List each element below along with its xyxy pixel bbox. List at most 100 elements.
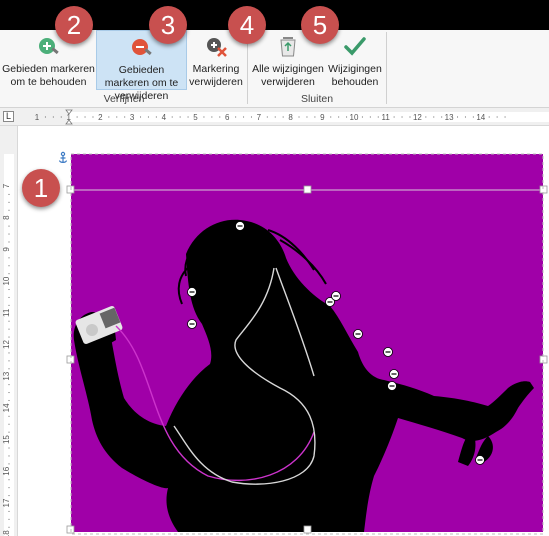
vertical-ruler-label: 15 (2, 435, 11, 444)
anchor-icon (58, 151, 68, 163)
remove-marker-dot (353, 329, 363, 339)
group-label-refine: Verfijnen (103, 93, 145, 105)
horizontal-ruler-label: 11 (382, 113, 391, 122)
ruler-tick (8, 273, 10, 275)
vertical-ruler-label: 10 (2, 276, 11, 285)
ruler-tick (8, 257, 10, 259)
ruler-tick (171, 116, 173, 118)
ruler-tick (8, 392, 10, 394)
horizontal-ruler-label: 14 (476, 113, 485, 122)
remove-marker-dot (389, 369, 399, 379)
callout-badge-1: 1 (22, 169, 60, 207)
remove-marker-dot (387, 381, 397, 391)
remove-marker-dot (383, 347, 393, 357)
ruler-tick (8, 225, 10, 227)
horizontal-ruler-label: 6 (225, 113, 230, 122)
vertical-ruler-label: 18 (2, 530, 11, 536)
horizontal-ruler: L 1 1 2 3 4 5 6 7 8 9 10 11 12 13 14 (0, 108, 549, 126)
background-removal-image[interactable] (18, 126, 549, 536)
ruler-tick (219, 116, 221, 118)
ruler-tick (361, 116, 363, 118)
vertical-ruler-label: 11 (2, 308, 11, 317)
ruler-tick (8, 201, 10, 203)
document-canvas (18, 126, 549, 536)
ruler-tick (235, 116, 237, 118)
vertical-ruler-label: 8 (2, 215, 11, 220)
ruler-tick (8, 447, 10, 449)
eraser-icon (207, 38, 227, 57)
horizontal-ruler-label: 4 (162, 113, 167, 122)
keep-changes-label: Wijzigingen behouden (328, 63, 382, 88)
ruler-tick (140, 116, 142, 118)
ruler-tick (425, 116, 427, 118)
ruler-tick (409, 116, 411, 118)
ruler-tick (116, 116, 118, 118)
vertical-ruler-label: 7 (2, 183, 11, 188)
ruler-tick (8, 495, 10, 497)
ruler-tick (369, 116, 371, 118)
callout-badge-5: 5 (301, 6, 339, 44)
ruler-tick (8, 487, 10, 489)
ruler-tick (8, 241, 10, 243)
ruler-tick (211, 116, 213, 118)
ruler-tick (504, 116, 506, 118)
ruler-tick (8, 526, 10, 528)
ruler-tick (8, 352, 10, 354)
callout-badge-3: 3 (149, 6, 187, 44)
ruler-tick (44, 116, 46, 118)
ruler-tick (377, 116, 379, 118)
remove-marker-dot (235, 221, 245, 231)
ruler-tick (250, 116, 252, 118)
horizontal-ruler-label: 1 (35, 113, 40, 122)
horizontal-ruler-scale: 1 1 2 3 4 5 6 7 8 9 10 11 12 13 14 (35, 109, 549, 125)
ruler-tick (330, 116, 332, 118)
ruler-tick (8, 304, 10, 306)
ruler-tick (8, 399, 10, 401)
ruler-tick (52, 116, 54, 118)
delete-mark-label: Markering verwijderen (189, 63, 243, 88)
discard-all-changes-label: Alle wijzigingen verwijderen (252, 63, 324, 88)
ruler-tick (401, 116, 403, 118)
ruler-tick (338, 116, 340, 118)
vertical-ruler-label: 12 (2, 340, 11, 349)
vertical-ruler: 7 8 9 10 11 12 13 14 15 16 17 18 (0, 126, 18, 536)
ruler-tick (147, 116, 149, 118)
ruler-tick (8, 510, 10, 512)
callout-badge-2: 2 (55, 6, 93, 44)
ruler-tick (282, 116, 284, 118)
ruler-tick (346, 116, 348, 118)
ruler-tick (8, 233, 10, 235)
horizontal-ruler-label: 13 (445, 113, 454, 122)
ruler-tick (274, 116, 276, 118)
ruler-tick (108, 116, 110, 118)
horizontal-ruler-label: 12 (413, 113, 422, 122)
ruler-tick (124, 116, 126, 118)
ruler-tick (8, 384, 10, 386)
ruler-tick (155, 116, 157, 118)
horizontal-ruler-label: 9 (320, 113, 325, 122)
horizontal-ruler-label: 7 (257, 113, 262, 122)
remove-marker-dot (187, 319, 197, 329)
ruler-tick (76, 116, 78, 118)
ruler-tick (8, 209, 10, 211)
horizontal-ruler-label: 8 (288, 113, 293, 122)
vertical-ruler-label: 16 (2, 466, 11, 475)
horizontal-ruler-label: 5 (193, 113, 198, 122)
group-label-close: Sluiten (300, 93, 334, 105)
ruler-tick (8, 431, 10, 433)
ruler-tick (84, 116, 86, 118)
remove-marker-dot (475, 455, 485, 465)
vertical-ruler-scale: 7 8 9 10 11 12 13 14 15 16 17 18 (2, 154, 14, 536)
vertical-ruler-label: 14 (2, 403, 11, 412)
ruler-tick (8, 336, 10, 338)
ruler-tick (8, 455, 10, 457)
ruler-tick (8, 463, 10, 465)
ruler-tick (8, 423, 10, 425)
keep-changes-button[interactable]: Wijzigingen behouden (327, 30, 383, 90)
mark-areas-to-keep-label: Gebieden markeren om te behouden (2, 63, 95, 88)
ruler-tick (441, 116, 443, 118)
ruler-tick (92, 116, 94, 118)
ruler-tick (8, 518, 10, 520)
ruler-tick (298, 116, 300, 118)
vertical-ruler-label: 17 (2, 498, 11, 507)
